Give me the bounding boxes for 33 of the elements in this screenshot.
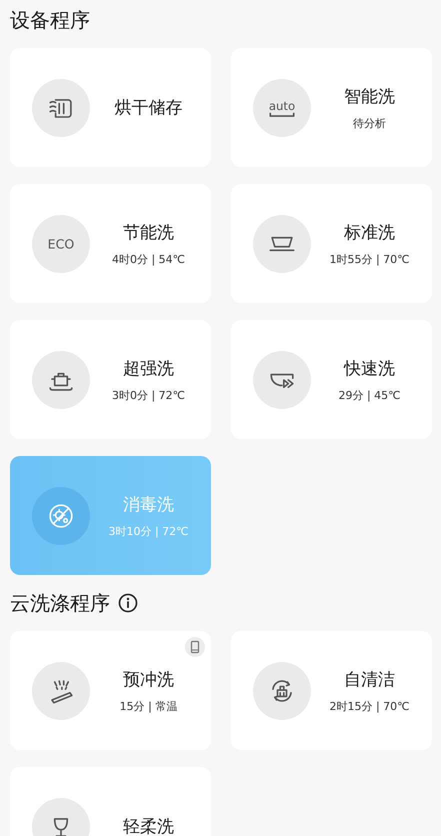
program-name: 预冲洗	[123, 668, 174, 690]
program-detail: 待分析	[353, 116, 386, 130]
phone-icon	[185, 637, 205, 657]
program-card[interactable]: 快速洗 29分 | 45℃	[231, 320, 432, 439]
program-name: 消毒洗	[123, 494, 174, 516]
program-card[interactable]: 超强洗 3时0分 | 72℃	[10, 320, 211, 439]
program-card[interactable]: 预冲洗 15分 | 常温	[10, 631, 211, 750]
program-name: 烘干储存	[114, 97, 182, 119]
program-name: 节能洗	[123, 222, 174, 244]
program-card[interactable]: auto 智能洗 待分析	[231, 48, 432, 167]
program-detail: 3时10分 | 72℃	[108, 524, 189, 538]
program-detail: 3时0分 | 72℃	[112, 388, 186, 402]
program-detail: 15分 | 常温	[120, 698, 178, 714]
program-name: 智能洗	[344, 86, 395, 108]
program-card[interactable]: ECO 节能洗 4时0分 | 54℃	[10, 184, 211, 303]
auto-icon: auto	[253, 78, 311, 136]
program-card[interactable]: 烘干储存	[10, 48, 211, 167]
program-detail: 1时55分 | 70℃	[329, 252, 410, 266]
program-card[interactable]: 轻柔洗	[10, 767, 211, 836]
program-card[interactable]: 标准洗 1时55分 | 70℃	[231, 184, 432, 303]
program-name: 自清洁	[344, 668, 395, 690]
program-card[interactable]: 自清洁 2时15分 | 70℃	[231, 631, 432, 750]
section-title: 云洗涤程序	[10, 590, 110, 616]
program-name: 超强洗	[123, 358, 174, 380]
program-detail: 29分 | 45℃	[338, 388, 401, 402]
info-icon[interactable]	[118, 593, 138, 613]
section-title: 设备程序	[10, 6, 90, 34]
program-name: 轻柔洗	[123, 816, 174, 836]
eco-icon: ECO	[32, 214, 90, 272]
program-name: 快速洗	[344, 358, 395, 380]
program-name: 标准洗	[344, 222, 395, 244]
program-detail: 4时0分 | 54℃	[112, 252, 186, 266]
program-detail: 2时15分 | 70℃	[329, 698, 410, 714]
